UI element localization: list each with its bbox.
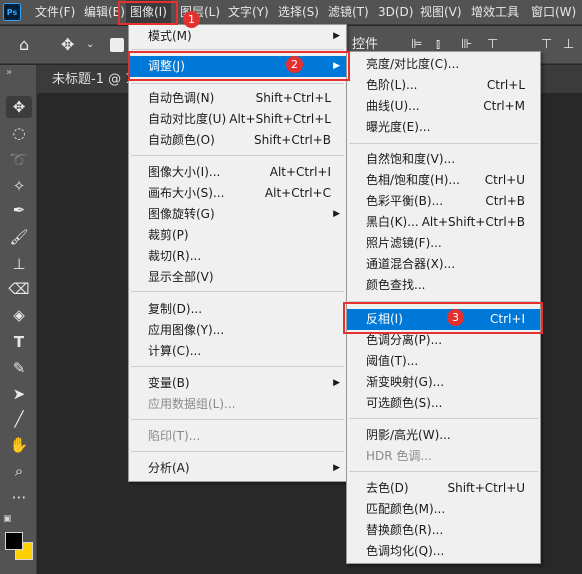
menu-type[interactable]: 文字(Y) — [228, 0, 269, 25]
submenu-arrow-icon: ▶ — [333, 61, 340, 71]
menu-separator — [349, 471, 538, 472]
menu-item-hdr-toning: HDR 色调... — [366, 449, 432, 463]
lasso-tool-icon[interactable]: ➰ — [6, 149, 32, 171]
menu-item-threshold[interactable]: 阈值(T)... — [347, 351, 540, 372]
menu-item-exposure[interactable]: 曝光度(E)... — [347, 117, 540, 138]
menu-item-black-white[interactable]: 黑白(K)... Alt+Shift+Ctrl+B — [347, 212, 540, 233]
menu-item-replace-color[interactable]: 替换颜色(R)... — [347, 520, 540, 541]
menu-item-channel-mixer[interactable]: 通道混合器(X)... — [347, 254, 540, 275]
brush-tool-icon[interactable]: 🖌 — [6, 226, 32, 248]
menu-item-levels[interactable]: 色阶(L)... Ctrl+L — [347, 75, 540, 96]
zoom-tool-icon[interactable]: ⌕ — [6, 460, 32, 482]
menu-edit[interactable]: 编辑(E) — [84, 0, 125, 25]
distribute-icon[interactable]: ⊤ — [541, 26, 552, 64]
menu-item-mode[interactable]: 模式(M) ▶ — [129, 26, 346, 47]
menu-item-color-balance[interactable]: 色彩平衡(B)... Ctrl+B — [347, 191, 540, 212]
menu-item-match-color[interactable]: 匹配颜色(M)... — [347, 499, 540, 520]
menu-filter[interactable]: 滤镜(T) — [328, 0, 369, 25]
menu-separator — [349, 301, 538, 302]
menu-item-auto-color[interactable]: 自动颜色(O) Shift+Ctrl+B — [129, 130, 346, 151]
clone-stamp-tool-icon[interactable]: ⊥ — [6, 253, 32, 275]
menu-item-curves[interactable]: 曲线(U)... Ctrl+M — [347, 96, 540, 117]
menu-image[interactable]: 图像(I) — [126, 0, 171, 25]
menu-separator — [131, 419, 344, 420]
menu-item-image-size[interactable]: 图像大小(I)... Alt+Ctrl+I — [129, 162, 346, 183]
home-icon[interactable]: ⌂ — [19, 26, 29, 64]
menu-item-calculations[interactable]: 计算(C)... — [129, 341, 346, 362]
adjustments-submenu: 亮度/对比度(C)... 色阶(L)... Ctrl+L 曲线(U)... Ctrl… — [346, 51, 541, 564]
collapse-icon[interactable]: » — [6, 67, 12, 78]
submenu-arrow-icon: ▶ — [333, 463, 340, 473]
menu-separator — [131, 366, 344, 367]
hand-tool-icon[interactable]: ✋ — [6, 434, 32, 456]
menu-item-brightness-contrast[interactable]: 亮度/对比度(C)... — [347, 54, 540, 75]
annotation-step-1: 1 — [183, 11, 200, 28]
menu-item-posterize[interactable]: 色调分离(P)... — [347, 330, 540, 351]
menu-view[interactable]: 视图(V) — [420, 0, 462, 25]
move-tool-icon[interactable]: ✥ — [6, 96, 32, 118]
menu-item-reveal-all[interactable]: 显示全部(V) — [129, 267, 346, 288]
menu-window[interactable]: 窗口(W) — [531, 0, 576, 25]
annotation-step-2: 2 — [286, 56, 303, 73]
menu-item-analysis[interactable]: 分析(A) ▶ — [129, 458, 346, 479]
menu-item-shadows-highlights[interactable]: 阴影/高光(W)... — [347, 425, 540, 446]
menu-item-trim[interactable]: 裁切(R)... — [129, 246, 346, 267]
eyedropper-tool-icon[interactable]: ✒ — [6, 199, 32, 221]
menu-item-vibrance[interactable]: 自然饱和度(V)... — [347, 149, 540, 170]
pen-tool-icon[interactable]: ✎ — [6, 357, 32, 379]
menu-item-auto-contrast[interactable]: 自动对比度(U) Alt+Shift+Ctrl+L — [129, 109, 346, 130]
menu-item-canvas-size[interactable]: 画布大小(S)... Alt+Ctrl+C — [129, 183, 346, 204]
menu-item-variables[interactable]: 变量(B) ▶ — [129, 373, 346, 394]
menu-item-adjustments[interactable]: 调整(J) ▶ — [129, 56, 346, 77]
menu-plugins[interactable]: 增效工具 — [471, 0, 519, 25]
menu-item-trap: 陷印(T)... — [148, 429, 201, 443]
image-menu: 模式(M) ▶ 调整(J) ▶ 自动色调(N) Shift+Ctrl+L 自动对比度(… — [128, 24, 347, 482]
menu-item-photo-filter[interactable]: 照片滤镜(F)... — [347, 233, 540, 254]
menu-item-color-lookup[interactable]: 颜色查找... — [347, 275, 540, 296]
menu-item-selective-color[interactable]: 可选颜色(S)... — [347, 393, 540, 414]
default-colors-icon[interactable]: ▣ — [3, 514, 12, 524]
menu-item-apply-image[interactable]: 应用图像(Y)... — [129, 320, 346, 341]
paint-bucket-tool-icon[interactable]: ◈ — [6, 304, 32, 326]
menu-separator — [349, 143, 538, 144]
align-middle-icon[interactable]: ⊥ — [563, 26, 574, 64]
line-tool-icon[interactable]: ╱ — [6, 408, 32, 430]
move-tool-icon[interactable]: ✥ — [61, 26, 74, 64]
annotation-step-3: 3 — [447, 309, 464, 326]
photoshop-logo: Ps — [3, 3, 21, 21]
eraser-tool-icon[interactable]: ⌫ — [6, 278, 32, 300]
menu-item-image-rotation[interactable]: 图像旋转(G) ▶ — [129, 204, 346, 225]
submenu-arrow-icon: ▶ — [333, 378, 340, 388]
submenu-arrow-icon: ▶ — [333, 31, 340, 41]
type-tool-icon[interactable]: T — [6, 331, 32, 353]
menu-separator — [349, 418, 538, 419]
menu-separator — [131, 451, 344, 452]
submenu-arrow-icon: ▶ — [333, 209, 340, 219]
menu-select[interactable]: 选择(S) — [278, 0, 319, 25]
foreground-color-swatch[interactable] — [5, 532, 23, 550]
menu-bar: Ps 文件(F) 编辑(E) 图像(I) 图层(L) 文字(Y) 选择(S) 滤… — [0, 0, 582, 25]
menu-separator — [131, 49, 344, 50]
menu-item-crop[interactable]: 裁剪(P) — [129, 225, 346, 246]
menu-item-desaturate[interactable]: 去色(D) Shift+Ctrl+U — [347, 478, 540, 499]
menu-separator — [131, 83, 344, 84]
menu-item-equalize[interactable]: 色调均化(Q)... — [347, 541, 540, 562]
menu-file[interactable]: 文件(F) — [35, 0, 75, 25]
menu-separator — [131, 291, 344, 292]
menu-item-gradient-map[interactable]: 渐变映射(G)... — [347, 372, 540, 393]
menu-3d[interactable]: 3D(D) — [378, 0, 413, 25]
menu-separator — [131, 155, 344, 156]
auto-select-checkbox[interactable] — [110, 38, 124, 52]
marquee-tool-icon[interactable]: ◌ — [6, 122, 32, 144]
menu-item-duplicate[interactable]: 复制(D)... — [129, 299, 346, 320]
menu-item-apply-data-set: 应用数据组(L)... — [148, 397, 236, 411]
magic-wand-tool-icon[interactable]: ✧ — [6, 175, 32, 197]
menu-item-auto-tone[interactable]: 自动色调(N) Shift+Ctrl+L — [129, 88, 346, 109]
menu-item-hue-saturation[interactable]: 色相/饱和度(H)... Ctrl+U — [347, 170, 540, 191]
path-selection-tool-icon[interactable]: ➤ — [6, 383, 32, 405]
menu-item-invert[interactable]: 反相(I) Ctrl+I — [347, 309, 540, 330]
chevron-down-icon[interactable]: ⌄ — [86, 26, 94, 64]
more-tools-icon[interactable]: ⋯ — [6, 486, 32, 508]
tools-panel: » ✥ ◌ ➰ ✧ ✒ 🖌 ⊥ ⌫ ◈ T ✎ ➤ ╱ ✋ ⌕ ⋯ ▣ — [0, 65, 37, 574]
